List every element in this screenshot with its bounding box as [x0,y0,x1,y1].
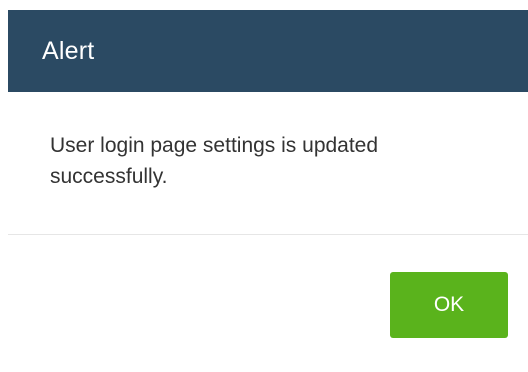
dialog-title: Alert [42,36,95,65]
footer-divider [8,234,528,235]
dialog-header: Alert [8,10,528,92]
alert-dialog: Alert User login page settings is update… [0,0,528,372]
dialog-message: User login page settings is updated succ… [50,134,379,188]
dialog-body: User login page settings is updated succ… [50,130,490,192]
ok-button[interactable]: OK [390,272,508,338]
